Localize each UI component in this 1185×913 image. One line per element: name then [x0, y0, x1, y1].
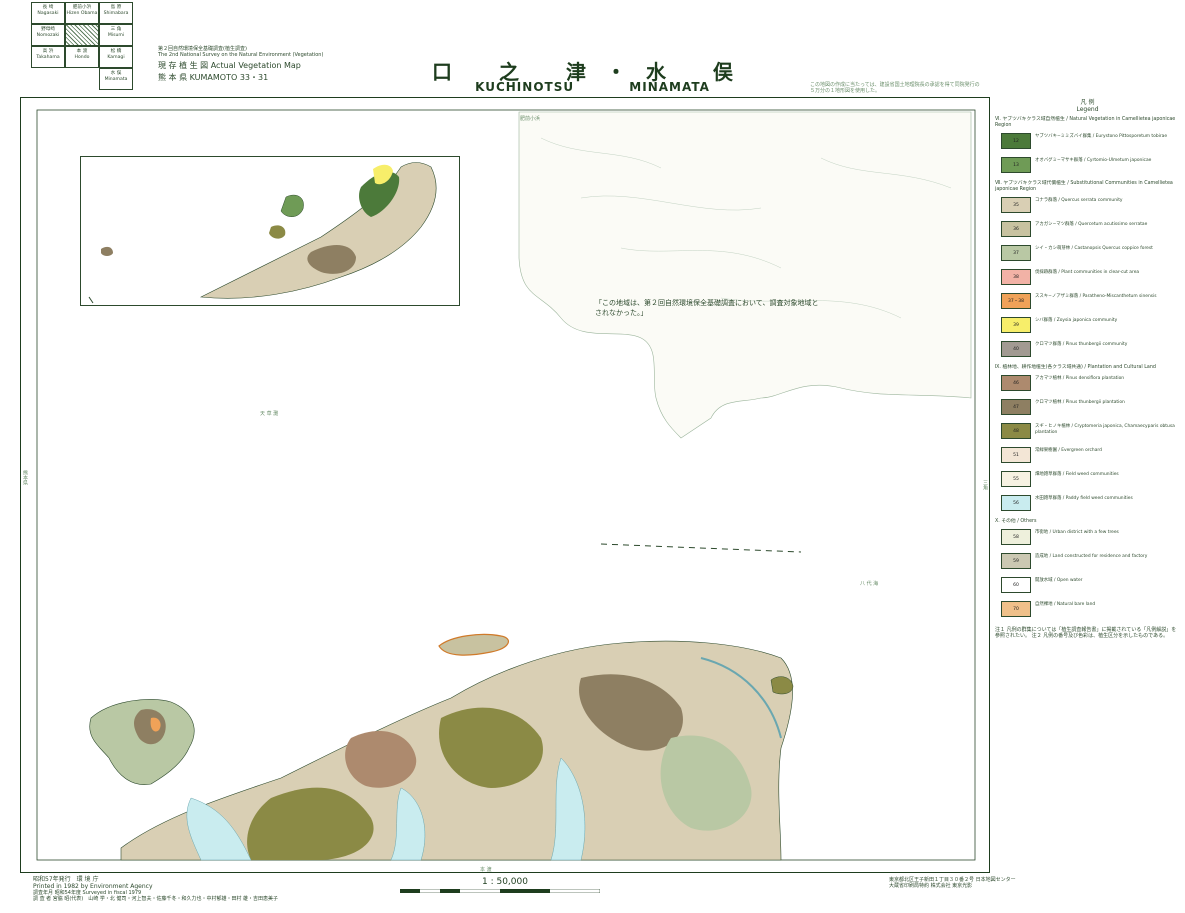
legend-item: 70 自然裸地 / Natural bare land: [995, 599, 1180, 621]
inset-vegetation: [88, 162, 437, 304]
legend-swatch: 12: [1001, 133, 1031, 149]
legend-label: 常緑果樹園 / Evergreen orchard: [1035, 448, 1102, 453]
legend-item: 35 コナラ群落 / Quercus serrata community: [995, 195, 1180, 217]
legend-label: 伐採跡群落 / Plant communities in clear-cut a…: [1035, 270, 1140, 275]
place-label: 天 草 灘: [260, 411, 279, 417]
legend-title-en: Legend: [1076, 106, 1099, 113]
index-cell: 島 原 Shimabara: [99, 2, 133, 24]
map-note: 「この地域は、第２回自然環境保全基礎調査において、調査対象地域とされなかった。」: [595, 299, 819, 317]
title-en-2: MINAMATA: [629, 80, 710, 94]
side-label-left: 熊本県: [22, 470, 28, 485]
right-note: この地図の作成に当たっては、建設省国土地理院長の承認を得て同院発行の５万分の１地…: [810, 82, 980, 94]
legend-swatch: 39: [1001, 317, 1031, 333]
legend-label: ススキ−ノアザミ群落 / Paratheno-Miscanthetum sine…: [1035, 294, 1157, 299]
legend-label: アカガシ−マツ群落 / Quercetum acutissimo serrata…: [1035, 222, 1148, 227]
legend-label: 造成地 / Land constructed for residence and…: [1035, 554, 1148, 559]
legend-title-jp: 凡 例: [1080, 99, 1095, 106]
upper-land-outline: [518, 111, 972, 439]
legend-label: シバ群落 / Zoysia japonica community: [1035, 318, 1118, 323]
legend-label: クロマツ群落 / Pinus thunbergii community: [1035, 342, 1128, 347]
legend-item: 55 畑地雑草群落 / Field weed communities: [995, 469, 1180, 491]
legend-label: コナラ群落 / Quercus serrata community: [1035, 198, 1123, 203]
map-title-en: KUCHINOTSU MINAMATA: [0, 80, 1185, 94]
legend-label: 畑地雑草群落 / Field weed communities: [1035, 472, 1119, 477]
place-label: 本 渡: [480, 867, 492, 873]
legend-item: 38 伐採跡群落 / Plant communities in clear-cut…: [995, 267, 1180, 289]
footer-right: 東京都北区王子新田１丁目３０番２号 日本地図センター 大蔵省印刷局特約 株式会社…: [889, 877, 1016, 889]
index-cell: 肥前小浜 Hizen Obama: [65, 2, 99, 24]
place-label: 肥前小浜: [520, 116, 541, 122]
inset-land: [199, 162, 437, 299]
legend-item: 40 クロマツ群落 / Pinus thunbergii community: [995, 339, 1180, 361]
legend-label: 水田雑草群落 / Paddy field weed communities: [1035, 496, 1133, 501]
index-cell: 野母崎 Nomozaki: [31, 24, 65, 46]
legend-section-title: Ⅹ. その他 / Others: [995, 519, 1037, 524]
legend-label: 自然裸地 / Natural bare land: [1035, 602, 1096, 607]
legend: 凡 例 Legend Ⅵ. ヤブツバキクラス域自然植生 / Natural Ve…: [995, 97, 1180, 639]
legend-swatch: 36: [1001, 221, 1031, 237]
legend-section-title: Ⅶ. ヤブツバキクラス域代償植生 / Substitutional Commun…: [995, 181, 1173, 192]
index-cell-current: [65, 24, 99, 46]
legend-swatch: 38: [1001, 269, 1031, 285]
legend-section-title: Ⅸ. 植林地、耕作地植生(各クラス域共通) / Plantation and C…: [995, 365, 1156, 370]
legend-swatch: 56: [1001, 495, 1031, 511]
legend-label: 開放水域 / Open water: [1035, 578, 1083, 583]
legend-item: 47 クロマツ植林 / Pinus thunbergii plantation: [995, 397, 1180, 419]
legend-footnote: 注１ 凡例の群集については「植生調査報告書」に掲載されている「凡例解説」を参照さ…: [995, 627, 1177, 639]
legend-section-title: Ⅵ. ヤブツバキクラス域自然植生 / Natural Vegetation in…: [995, 117, 1176, 128]
footer-left: 昭和57年発行 環 境 庁 Printed in 1982 by Environ…: [33, 876, 278, 902]
place-label: 八 代 海: [860, 581, 879, 587]
legend-item: 58 市街地 / Urban district with a few trees: [995, 527, 1180, 549]
printed-en: Printed in 1982 by Environment Agency: [33, 883, 153, 890]
legend-label: 市街地 / Urban district with a few trees: [1035, 530, 1119, 535]
legend-label: クロマツ植林 / Pinus thunbergii plantation: [1035, 400, 1125, 405]
legend-swatch: 37: [1001, 245, 1031, 261]
island-small: [438, 633, 509, 656]
legend-label: ヤブツバキ−ミミズバイ群集 / Eurystono Pittosporetum …: [1035, 134, 1168, 139]
legend-swatch: 46: [1001, 375, 1031, 391]
index-cell: 三 角 Misumi: [99, 24, 133, 46]
legend-item: 39 シバ群落 / Zoysia japonica community: [995, 315, 1180, 337]
legend-swatch: 59: [1001, 553, 1031, 569]
index-cell: 長 崎 Nagasaki: [31, 2, 65, 24]
legend-item: 56 水田雑草群落 / Paddy field weed communities: [995, 493, 1180, 515]
scale-bar: [400, 889, 600, 893]
legend-swatch: 48: [1001, 423, 1031, 439]
prefecture-boundary: [600, 543, 802, 553]
legend-label: オオバグミ−マサキ群落 / Cyrtomio-Ulmetum japonicae: [1035, 158, 1152, 163]
legend-swatch: 60: [1001, 577, 1031, 593]
legend-body: Ⅵ. ヤブツバキクラス域自然植生 / Natural Vegetation in…: [995, 117, 1180, 621]
issued-jp: 昭和57年発行 環 境 庁: [33, 876, 99, 883]
legend-item: 37 シイ・カシ萌芽林 / Castanopsis Quercus coppice…: [995, 243, 1180, 265]
side-label-right: 三角: [982, 480, 988, 490]
legend-item: 51 常緑果樹園 / Evergreen orchard: [995, 445, 1180, 467]
legend-item: 37・38 ススキ−ノアザミ群落 / Paratheno-Miscanthetum…: [995, 291, 1180, 313]
legend-swatch: 47: [1001, 399, 1031, 415]
legend-item: 59 造成地 / Land constructed for residence a…: [995, 551, 1180, 573]
legend-item: 60 開放水域 / Open water: [995, 575, 1180, 597]
legend-label: アカマツ植林 / Pinus densiflora plantation: [1035, 376, 1125, 381]
legend-swatch: 13: [1001, 157, 1031, 173]
legend-swatch: 40: [1001, 341, 1031, 357]
legend-item: 12 ヤブツバキ−ミミズバイ群集 / Eurystono Pittosporetu…: [995, 131, 1180, 153]
legend-item: 48 スギ・ヒノキ植林 / Cryptomeria japonica, Chama…: [995, 421, 1180, 443]
legend-swatch: 35: [1001, 197, 1031, 213]
legend-swatch: 37・38: [1001, 293, 1031, 309]
legend-swatch: 51: [1001, 447, 1031, 463]
inset-map: [80, 156, 460, 306]
legend-label: スギ・ヒノキ植林 / Cryptomeria japonica, Chamaec…: [1035, 424, 1175, 435]
legend-swatch: 70: [1001, 601, 1031, 617]
legend-swatch: 58: [1001, 529, 1031, 545]
legend-item: 36 アカガシ−マツ群落 / Quercetum acutissimo serra…: [995, 219, 1180, 241]
scale-text: 1 : 50,000: [482, 877, 528, 887]
legend-label: シイ・カシ萌芽林 / Castanopsis Quercus coppice f…: [1035, 246, 1153, 251]
legend-swatch: 55: [1001, 471, 1031, 487]
legend-item: 13 オオバグミ−マサキ群落 / Cyrtomio-Ulmetum japonic…: [995, 155, 1180, 177]
surveyors: 調 査 者 宮脇 昭(代表) 山崎 学・北 健司・河上智夫・佐藤千冬・和久力也・…: [33, 896, 279, 902]
legend-item: 46 アカマツ植林 / Pinus densiflora plantation: [995, 373, 1180, 395]
title-en-1: KUCHINOTSU: [475, 80, 575, 94]
